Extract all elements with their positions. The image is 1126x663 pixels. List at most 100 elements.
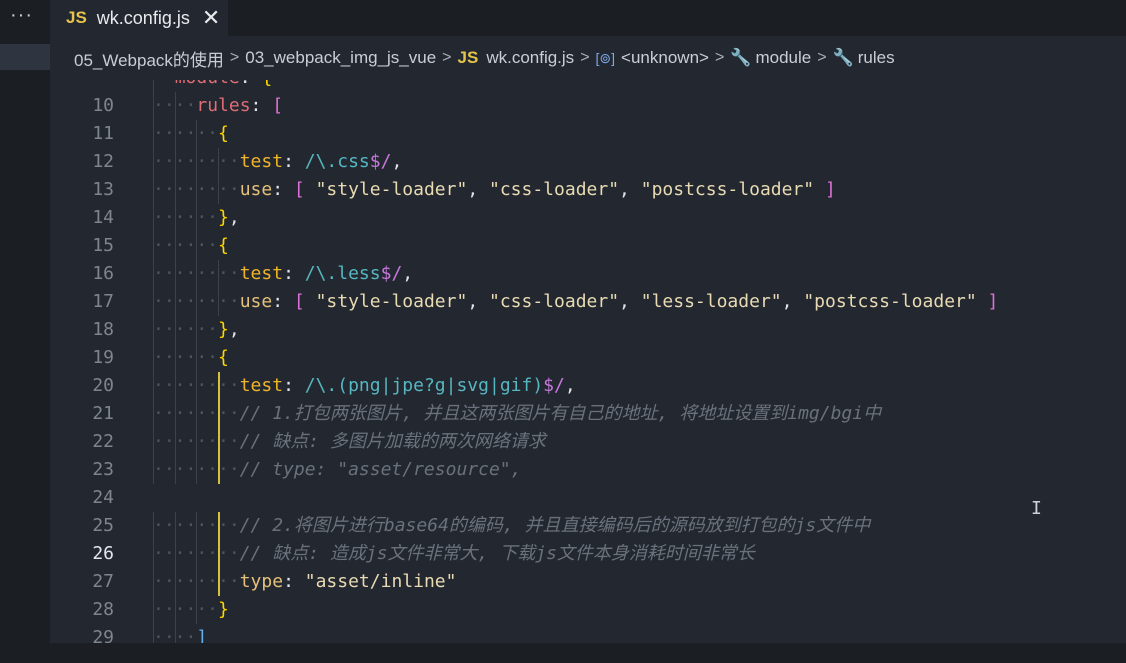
breadcrumb-module[interactable]: module (755, 48, 811, 68)
tab-wk-config[interactable]: JS wk.config.js ✕ (50, 0, 228, 36)
indent-guide (153, 260, 154, 288)
javascript-file-icon: JS (457, 48, 479, 67)
indent-guide (174, 512, 176, 540)
breadcrumb-folder-webpack[interactable]: 05_Webpack的使用 (74, 46, 224, 71)
line-number: 28 (92, 599, 114, 620)
indent-guide (196, 148, 198, 176)
indent-guide (153, 288, 154, 316)
line-number: 13 (92, 179, 114, 200)
code-line[interactable]: 15 ······{ (50, 232, 1126, 260)
explorer-selected-item[interactable] (0, 44, 50, 70)
indent-guide (153, 176, 154, 204)
code-line[interactable]: 22 ········// 缺点: 多图片加载的两次网络请求 (50, 428, 1126, 456)
indent-guide (153, 148, 154, 176)
indent-guide (153, 120, 154, 148)
line-number: 25 (92, 515, 114, 536)
more-horizontal-icon[interactable]: ··· (10, 4, 33, 27)
indent-guide (196, 456, 198, 484)
indent-guide (196, 204, 198, 232)
indent-guide (174, 568, 176, 596)
line-code: ······{ (153, 235, 229, 256)
indent-guide (217, 428, 220, 456)
code-line[interactable]: 24 (50, 484, 1126, 512)
indent-guide (174, 624, 176, 643)
line-code: ········// 缺点: 造成js文件非常大, 下载js文件本身消耗时间非常… (153, 543, 755, 564)
indent-guide (174, 204, 176, 232)
activity-sidebar: ··· (0, 0, 50, 663)
code-line[interactable]: 18 ······}, (50, 316, 1126, 344)
line-code: ········test: /\.css$/, (153, 151, 403, 172)
line-number: 18 (92, 319, 114, 340)
code-line[interactable]: 26 ········// 缺点: 造成js文件非常大, 下载js文件本身消耗时间… (50, 540, 1126, 568)
line-number: 29 (92, 627, 114, 643)
chevron-right-icon: > (817, 49, 827, 66)
line-number: 21 (92, 403, 114, 424)
breadcrumb-folder-img[interactable]: 03_webpack_img_js_vue (245, 48, 436, 68)
code-line[interactable]: 14 ······}, (50, 204, 1126, 232)
code-line[interactable]: 29 ····] (50, 624, 1126, 643)
indent-guide (196, 120, 198, 148)
chevron-right-icon: > (714, 49, 725, 66)
indent-guide (153, 512, 154, 540)
code-line[interactable]: 25 ········// 2.将图片进行base64的编码, 并且直接编码后的源… (50, 512, 1126, 540)
indent-guide (196, 428, 198, 456)
code-line[interactable]: 13 ········use: [ "style-loader", "css-lo… (50, 176, 1126, 204)
code-line[interactable]: 12 ········test: /\.css$/, (50, 148, 1126, 176)
line-code: ······{ (153, 123, 229, 144)
indent-guide (174, 540, 176, 568)
code-editor[interactable]: ··module: { 10 ····rules: [ 11 ······{ 12 ····… (50, 80, 1126, 643)
code-line[interactable]: 19 ······{ (50, 344, 1126, 372)
code-line[interactable]: 17 ········use: [ "style-loader", "css-lo… (50, 288, 1126, 316)
code-line[interactable]: 23 ········// type: "asset/resource", (50, 456, 1126, 484)
indent-guide (153, 540, 154, 568)
close-icon[interactable]: ✕ (202, 5, 220, 31)
line-code: ····rules: [ (153, 95, 284, 116)
line-code: ········// 缺点: 多图片加载的两次网络请求 (153, 431, 546, 452)
indent-guide (174, 596, 176, 624)
line-number: 14 (92, 207, 114, 228)
line-code: ······{ (153, 347, 229, 368)
code-line[interactable]: 21 ········// 1.打包两张图片, 并且这两张图片有自己的地址, 将地… (50, 400, 1126, 428)
indent-guide (153, 596, 154, 624)
code-line[interactable]: 16 ········test: /\.less$/, (50, 260, 1126, 288)
indent-guide (217, 176, 219, 204)
indent-guide (217, 260, 219, 288)
indent-guide (174, 232, 176, 260)
breadcrumb-file[interactable]: wk.config.js (486, 48, 574, 68)
line-code: ······} (153, 599, 229, 620)
code-line[interactable]: 27 ········type: "asset/inline" (50, 568, 1126, 596)
code-line[interactable]: ··module: { (50, 80, 1126, 92)
indent-guide (153, 80, 154, 92)
indent-guide (217, 400, 220, 428)
line-code: ····] (153, 627, 208, 643)
indent-guide (196, 372, 198, 400)
line-number: 11 (92, 123, 114, 144)
line-code: ········// 2.将图片进行base64的编码, 并且直接编码后的源码放… (153, 515, 871, 536)
indent-guide (217, 456, 220, 484)
line-code: ········test: /\.less$/, (153, 263, 414, 284)
line-code: ········use: [ "style-loader", "css-load… (153, 179, 836, 200)
code-line[interactable]: 20 ········test: /\.(png|jpe?g|svg|gif)$/… (50, 372, 1126, 400)
line-number: 24 (92, 487, 114, 508)
line-number: 20 (92, 375, 114, 396)
code-line[interactable]: 10 ····rules: [ (50, 92, 1126, 120)
breadcrumb-rules[interactable]: rules (858, 48, 895, 68)
chevron-right-icon: > (229, 49, 240, 66)
line-number: 22 (92, 431, 114, 452)
panel-edge (50, 643, 1126, 663)
indent-guide (217, 568, 220, 596)
indent-guide (196, 568, 198, 596)
indent-guide (196, 540, 198, 568)
line-number: 10 (92, 95, 114, 116)
line-number: 15 (92, 235, 114, 256)
wrench-icon: 🔧 (730, 48, 752, 67)
breadcrumb: 05_Webpack的使用 > 03_webpack_img_js_vue > … (50, 36, 1126, 80)
code-line[interactable]: 11 ······{ (50, 120, 1126, 148)
line-code: ········// 1.打包两张图片, 并且这两张图片有自己的地址, 将地址设… (153, 403, 882, 424)
indent-guide (196, 288, 198, 316)
code-line[interactable]: 28 ······} (50, 596, 1126, 624)
indent-guide (196, 400, 198, 428)
breadcrumb-symbol-unknown[interactable]: <unknown> (621, 48, 709, 68)
indent-guide (174, 260, 176, 288)
text-cursor-icon: I (1031, 498, 1042, 519)
